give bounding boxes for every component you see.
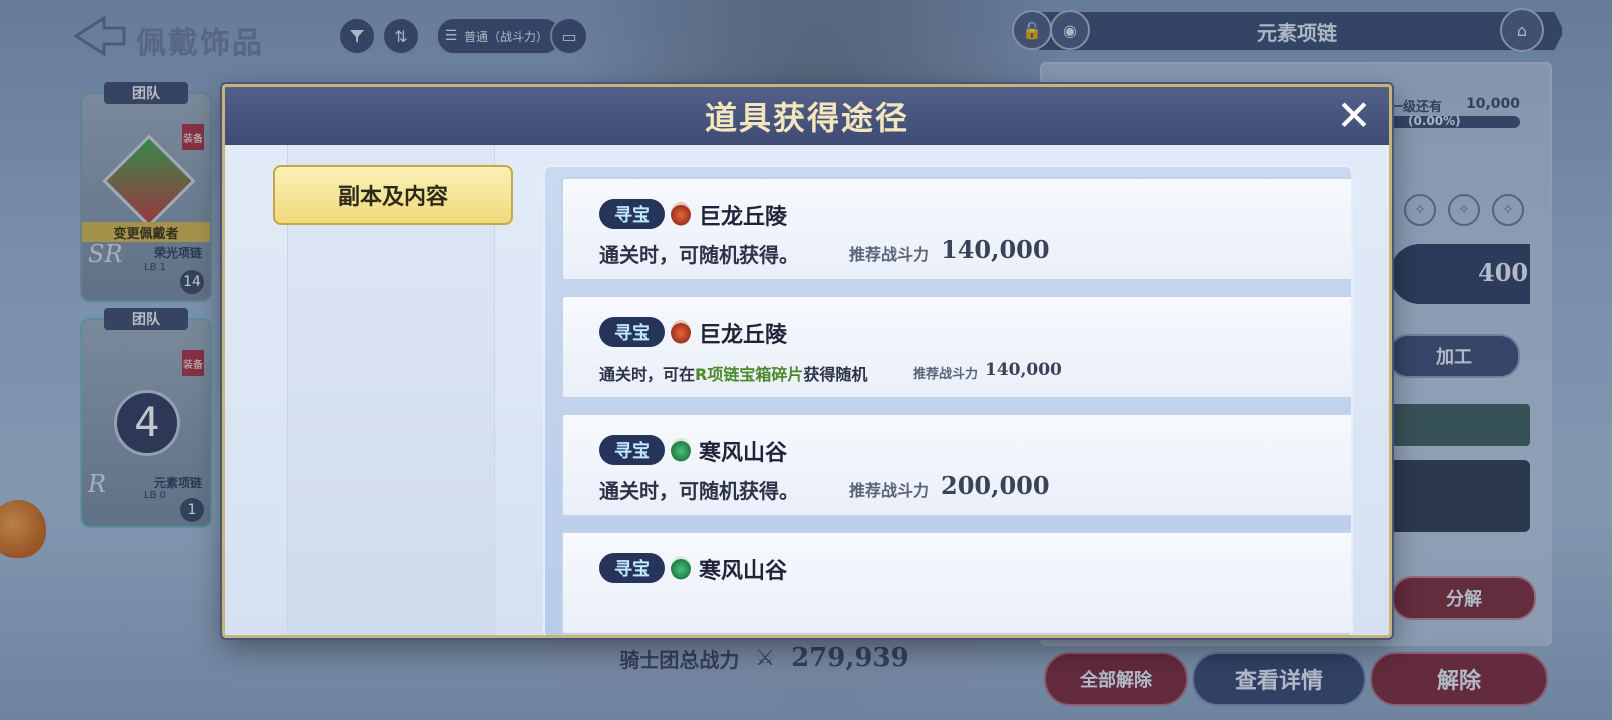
treasure-hunt-tag: 寻宝 xyxy=(599,199,665,229)
acquisition-list[interactable]: 寻宝 巨龙丘陵 通关时，可随机获得。 推荐战斗力 140,000 寻宝 巨龙丘陵… xyxy=(543,165,1353,635)
entry-description: 通关时，可随机获得。 xyxy=(599,479,799,503)
recommended-power-value: 200,000 xyxy=(941,471,1050,500)
stage-name: 寒风山谷 xyxy=(699,441,788,466)
stage-name: 寒风山谷 xyxy=(699,559,788,584)
close-icon: ✕ xyxy=(1336,91,1372,140)
stage-name: 巨龙丘陵 xyxy=(699,205,788,230)
modal-title: 道具获得途径 xyxy=(704,99,909,137)
category-tab-dungeon[interactable]: 副本及内容 xyxy=(273,165,513,225)
treasure-hunt-tag: 寻宝 xyxy=(599,317,665,347)
fire-element-icon xyxy=(671,320,691,344)
item-link: R项链宝箱碎片 xyxy=(695,365,804,384)
recommended-power-label: 推荐战斗力 xyxy=(913,367,979,382)
recommended-power-label: 推荐战斗力 xyxy=(849,245,930,264)
wind-element-icon xyxy=(671,556,691,580)
close-button[interactable]: ✕ xyxy=(1333,95,1375,137)
category-label: 副本及内容 xyxy=(337,185,448,210)
acquisition-entry[interactable]: 寻宝 巨龙丘陵 通关时，可随机获得。 推荐战斗力 140,000 xyxy=(561,177,1351,281)
acquisition-entry[interactable]: 寻宝 寒风山谷 通关时，可随机获得。 推荐战斗力 200,000 xyxy=(561,413,1351,517)
modal-header: 道具获得途径 xyxy=(225,87,1389,145)
entry-description: 通关时，可在R项链宝箱碎片获得随机 xyxy=(599,365,868,384)
recommended-power-value: 140,000 xyxy=(985,360,1062,380)
acquisition-modal: 道具获得途径 ✕ 副本及内容 寻宝 巨龙丘陵 通关时，可随机获得。 推荐战斗力 … xyxy=(222,84,1392,638)
wind-element-icon xyxy=(671,438,691,462)
acquisition-entry[interactable]: 寻宝 寒风山谷 xyxy=(561,531,1351,635)
treasure-hunt-tag: 寻宝 xyxy=(599,435,665,465)
acquisition-entry[interactable]: 寻宝 巨龙丘陵 通关时，可在R项链宝箱碎片获得随机 推荐战斗力 140,000 xyxy=(561,295,1351,399)
stage-name: 巨龙丘陵 xyxy=(699,323,788,348)
recommended-power-label: 推荐战斗力 xyxy=(849,481,930,500)
recommended-power-value: 140,000 xyxy=(941,235,1050,264)
fire-element-icon xyxy=(671,202,691,226)
entry-description: 通关时，可随机获得。 xyxy=(599,243,799,267)
treasure-hunt-tag: 寻宝 xyxy=(599,553,665,583)
